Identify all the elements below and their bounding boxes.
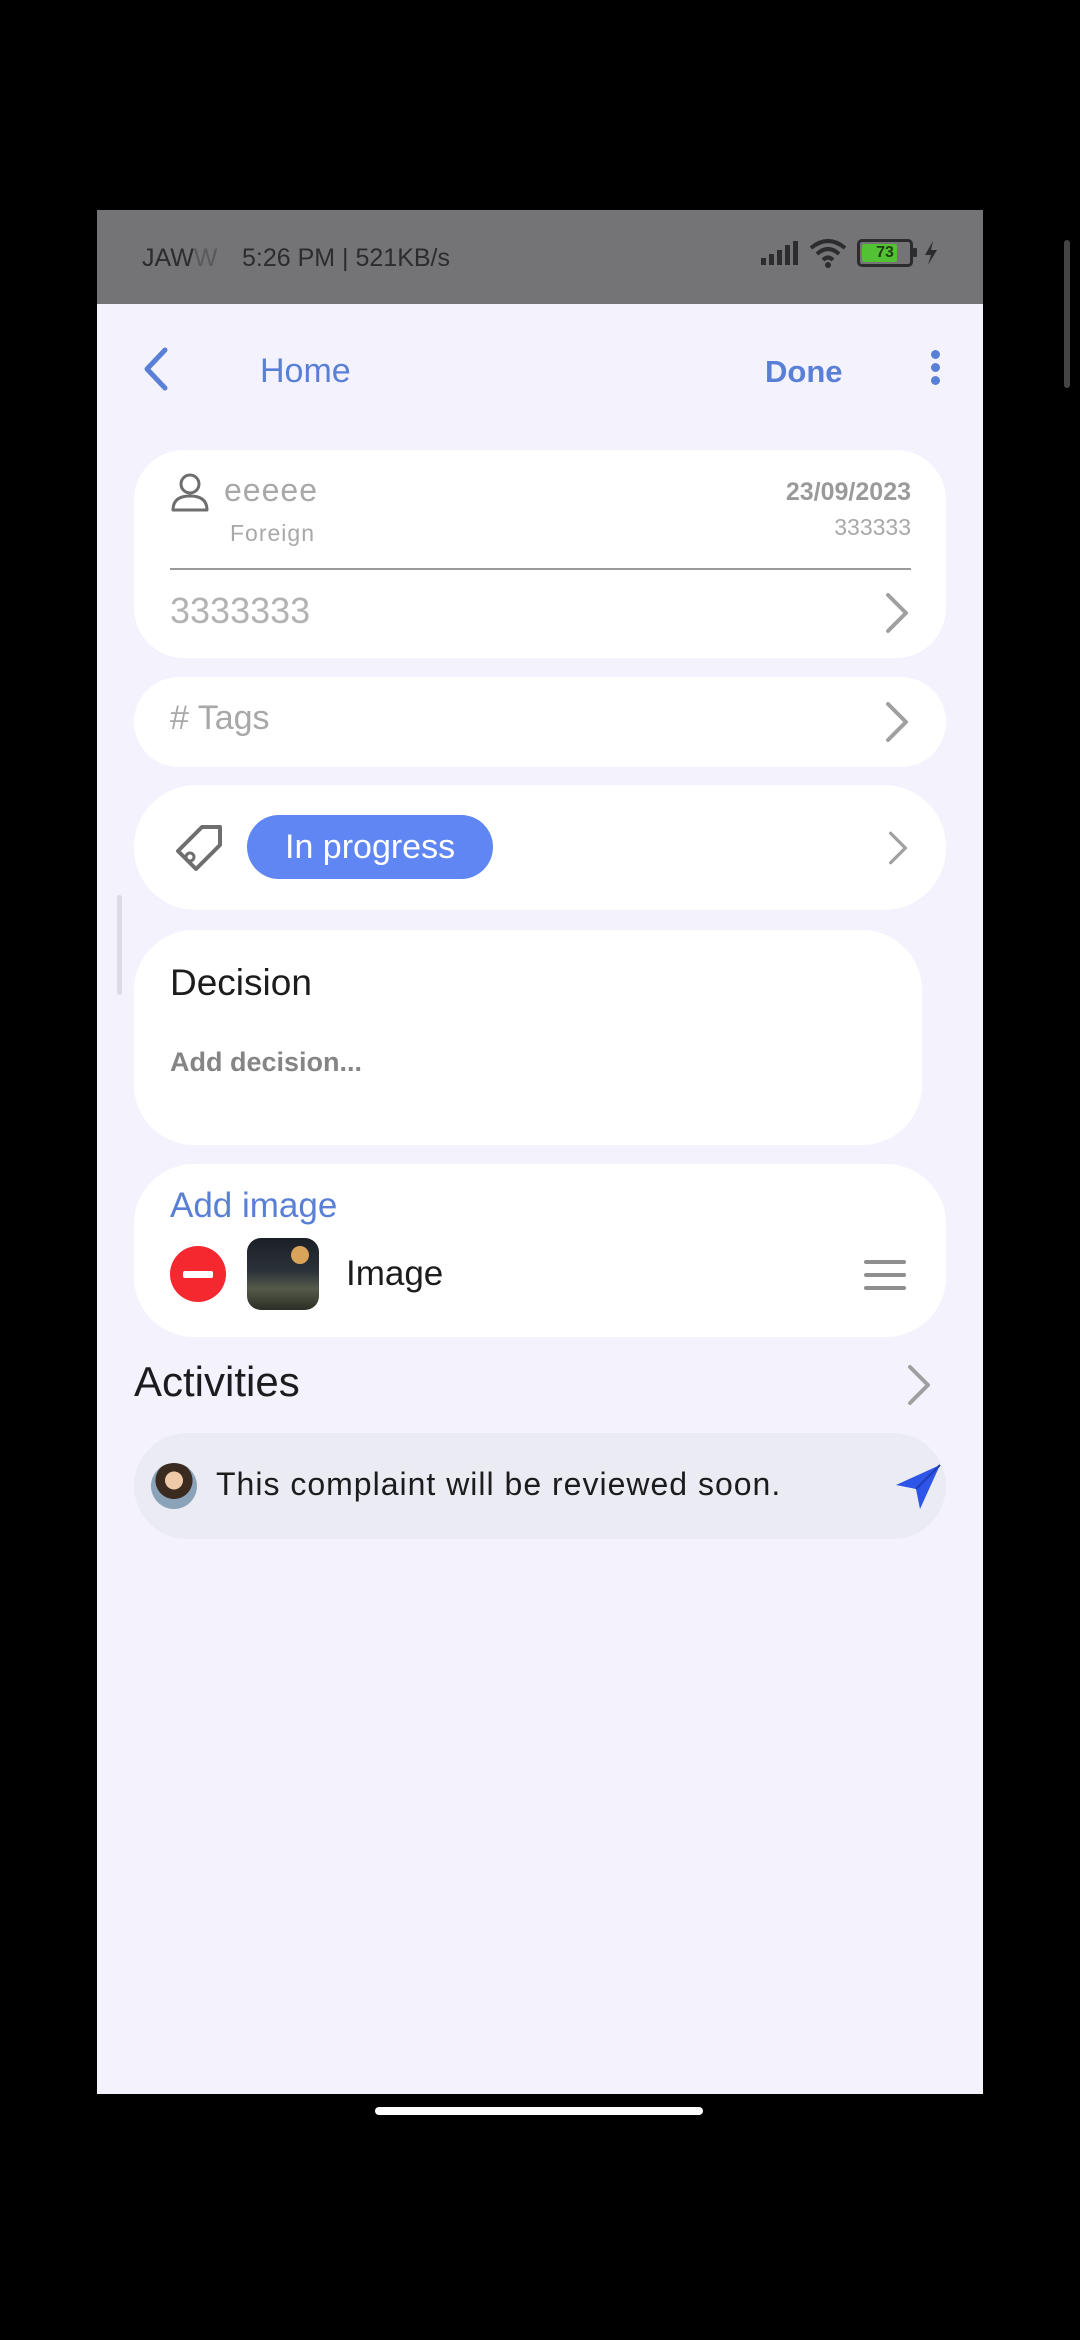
comment-composer[interactable]: This complaint will be reviewed soon. bbox=[134, 1433, 946, 1539]
chevron-right-icon[interactable] bbox=[906, 1363, 932, 1407]
chevron-right-icon[interactable] bbox=[884, 591, 910, 635]
image-label: Image bbox=[346, 1254, 444, 1293]
chevron-right-icon[interactable] bbox=[887, 830, 909, 866]
status-badge[interactable]: In progress bbox=[247, 815, 494, 879]
more-options-icon[interactable] bbox=[925, 346, 945, 396]
add-image-link[interactable]: Add image bbox=[170, 1186, 337, 1226]
done-button[interactable]: Done bbox=[765, 354, 843, 390]
decision-card: Decision Add decision... bbox=[134, 930, 922, 1145]
avatar bbox=[151, 1463, 197, 1509]
home-indicator[interactable] bbox=[375, 2107, 703, 2115]
person-icon bbox=[171, 473, 209, 512]
charging-icon bbox=[925, 241, 937, 265]
time-network-speed: 5:26 PM | 521KB/s bbox=[242, 244, 450, 272]
scroll-indicator bbox=[117, 895, 122, 995]
chevron-right-icon[interactable] bbox=[884, 700, 910, 744]
decision-title: Decision bbox=[170, 962, 312, 1003]
record-date: 23/09/2023 bbox=[785, 478, 911, 506]
card-divider bbox=[170, 568, 911, 570]
back-chevron-icon[interactable] bbox=[137, 344, 177, 394]
remove-image-button[interactable] bbox=[170, 1246, 226, 1302]
nav-title[interactable]: Home bbox=[260, 352, 351, 391]
decision-input[interactable]: Add decision... bbox=[170, 1047, 362, 1078]
app-screen: JAWW 5:26 PM | 521KB/s 73 Home Done eeee… bbox=[97, 210, 983, 2094]
carrier-label: JAWW bbox=[142, 244, 218, 272]
status-bar: JAWW 5:26 PM | 521KB/s 73 bbox=[97, 210, 983, 304]
signal-icon bbox=[761, 241, 798, 265]
wifi-icon bbox=[809, 239, 847, 268]
comment-input[interactable]: This complaint will be reviewed soon. bbox=[216, 1466, 781, 1503]
status-icons: 73 bbox=[759, 238, 939, 268]
person-name: eeeee bbox=[224, 472, 318, 508]
record-code: 333333 bbox=[834, 514, 911, 540]
top-navigation: Home Done bbox=[97, 304, 983, 424]
battery-icon: 73 bbox=[857, 239, 917, 267]
phone-number: 3333333 bbox=[170, 590, 311, 631]
scrollbar[interactable] bbox=[1064, 240, 1070, 388]
tags-card[interactable]: # Tags bbox=[134, 677, 946, 767]
image-thumbnail[interactable] bbox=[247, 1238, 319, 1310]
tags-placeholder: # Tags bbox=[170, 699, 270, 737]
tag-icon bbox=[176, 825, 222, 871]
battery-level: 73 bbox=[876, 244, 894, 261]
send-icon[interactable] bbox=[894, 1463, 942, 1511]
person-card[interactable]: eeeee Foreign 23/09/2023 333333 3333333 bbox=[134, 450, 946, 658]
images-card: Add image Image bbox=[134, 1164, 946, 1337]
activities-heading: Activities bbox=[134, 1358, 300, 1405]
status-card[interactable]: In progress bbox=[134, 785, 946, 910]
person-nationality: Foreign bbox=[230, 520, 315, 546]
drag-handle-icon[interactable] bbox=[864, 1260, 906, 1299]
